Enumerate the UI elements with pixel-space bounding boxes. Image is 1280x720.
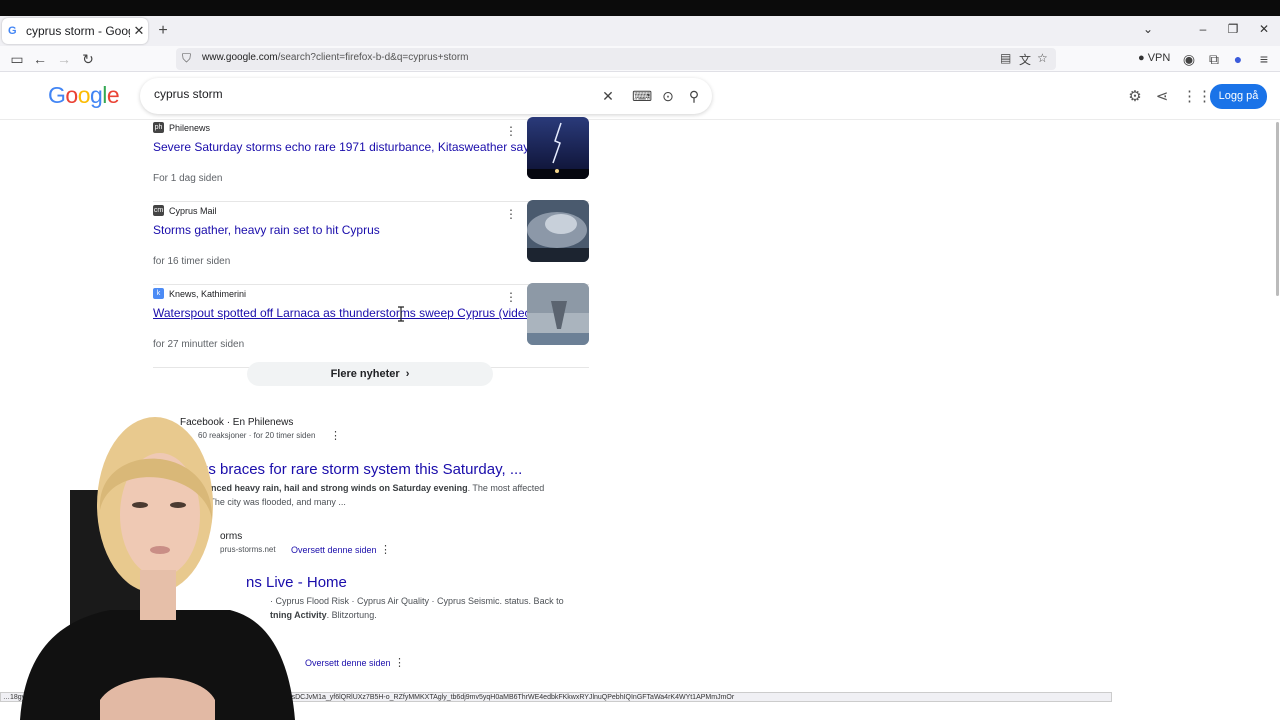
- news-thumbnail[interactable]: [527, 117, 589, 179]
- reader-view-icon[interactable]: ▤: [1000, 51, 1011, 65]
- news-headline[interactable]: Waterspout spotted off Larnaca as thunde…: [153, 306, 535, 320]
- search-icon[interactable]: ⚲: [685, 87, 703, 105]
- restore-icon[interactable]: ❐: [1226, 22, 1240, 36]
- new-tab-icon[interactable]: +: [156, 22, 170, 40]
- translate-page-link[interactable]: Oversett denne siden: [291, 545, 377, 555]
- profile-icon[interactable]: ●: [1229, 50, 1247, 68]
- sidebar-toggle-icon[interactable]: ▭: [8, 50, 26, 68]
- tab-strip: G cyprus storm - Google-søk ✕ + ⌄ – ❐ ✕: [0, 16, 1280, 46]
- news-age: for 27 minutter siden: [153, 339, 245, 350]
- bookmark-star-icon[interactable]: ☆: [1037, 51, 1048, 65]
- more-options-icon[interactable]: ⋮: [394, 656, 405, 669]
- close-tab-icon[interactable]: ✕: [130, 23, 148, 39]
- lens-camera-icon[interactable]: ⊙: [659, 87, 677, 105]
- translate-page-link[interactable]: Oversett denne siden: [305, 658, 391, 668]
- reload-icon[interactable]: ↻: [79, 50, 97, 68]
- source-logo-icon: cm: [153, 205, 164, 216]
- site-info-icon[interactable]: ⛉: [182, 51, 196, 67]
- clear-search-icon[interactable]: ✕: [599, 87, 617, 105]
- address-bar[interactable]: ⛉ www.google.com/search?client=firefox-b…: [176, 48, 1056, 70]
- tab-list-chevron-icon[interactable]: ⌄: [1141, 22, 1155, 36]
- tab-title: cyprus storm - Google-søk: [26, 24, 130, 38]
- logo-letter: o: [77, 82, 91, 108]
- news-item[interactable]: ph Philenews Severe Saturday storms echo …: [153, 117, 589, 202]
- apps-grid-icon[interactable]: ⋮⋮: [1182, 87, 1212, 105]
- news-source: k Knews, Kathimerini: [153, 288, 246, 299]
- news-item[interactable]: k Knews, Kathimerini Waterspout spotted o…: [153, 283, 589, 368]
- google-favicon-icon: G: [8, 25, 17, 37]
- result-snippet: · Cyprus Flood Risk · Cyprus Air Quality…: [270, 596, 564, 620]
- extensions-icon[interactable]: ⧉: [1205, 50, 1223, 68]
- more-news-button[interactable]: Flere nyheter ›: [247, 362, 493, 386]
- window-close-icon[interactable]: ✕: [1257, 22, 1271, 36]
- more-options-icon[interactable]: ⋮: [505, 124, 517, 138]
- browser-tab[interactable]: G cyprus storm - Google-søk ✕: [2, 18, 148, 44]
- back-icon[interactable]: ←: [31, 50, 49, 68]
- text-cursor-icon: [398, 306, 404, 322]
- more-options-icon[interactable]: ⋮: [380, 543, 391, 556]
- share-icon[interactable]: ⋖: [1153, 87, 1171, 105]
- news-thumbnail[interactable]: [527, 283, 589, 345]
- login-button[interactable]: Logg på: [1210, 84, 1267, 109]
- logo-letter: o: [65, 82, 78, 108]
- minimize-icon[interactable]: –: [1196, 22, 1210, 36]
- url-text[interactable]: www.google.com/search?client=firefox-b-d…: [202, 52, 469, 63]
- navigation-bar: ▭ ← → ↻ ⛉ www.google.com/search?client=f…: [0, 46, 1280, 72]
- search-input[interactable]: [154, 87, 584, 101]
- news-source: ph Philenews: [153, 122, 211, 133]
- menu-icon[interactable]: ≡: [1255, 50, 1273, 68]
- news-source: cm Cyprus Mail: [153, 205, 217, 216]
- more-options-icon[interactable]: ⋮: [505, 290, 517, 304]
- settings-gear-icon[interactable]: ⚙: [1126, 87, 1144, 105]
- logo-letter: g: [89, 82, 103, 108]
- screen-top-border: [0, 0, 1280, 16]
- news-age: for 16 timer siden: [153, 256, 231, 267]
- search-box[interactable]: ✕ ⌨ ⊙ ⚲: [140, 78, 712, 114]
- vpn-button[interactable]: ● VPN: [1138, 52, 1170, 64]
- keyboard-icon[interactable]: ⌨: [632, 87, 652, 105]
- news-headline[interactable]: Storms gather, heavy rain set to hit Cyp…: [153, 223, 380, 237]
- translate-icon[interactable]: 文: [1019, 51, 1031, 68]
- google-logo[interactable]: Google: [48, 82, 120, 109]
- page-scrollbar[interactable]: [1276, 122, 1279, 296]
- logo-letter: G: [48, 82, 66, 108]
- source-logo-icon: ph: [153, 122, 164, 133]
- account-icon[interactable]: ◉: [1180, 50, 1198, 68]
- forward-icon[interactable]: →: [55, 50, 73, 68]
- webcam-overlay: [20, 417, 295, 720]
- news-headline[interactable]: Severe Saturday storms echo rare 1971 di…: [153, 140, 535, 154]
- logo-letter: e: [106, 82, 120, 108]
- news-age: For 1 dag siden: [153, 173, 223, 184]
- more-options-icon[interactable]: ⋮: [330, 429, 341, 442]
- source-logo-icon: k: [153, 288, 164, 299]
- google-header: Google ✕ ⌨ ⊙ ⚲ ⚙ ⋖ ⋮⋮ Logg på: [0, 72, 1280, 120]
- news-thumbnail[interactable]: [527, 200, 589, 262]
- more-options-icon[interactable]: ⋮: [505, 207, 517, 221]
- news-item[interactable]: cm Cyprus Mail Storms gather, heavy rain …: [153, 200, 589, 285]
